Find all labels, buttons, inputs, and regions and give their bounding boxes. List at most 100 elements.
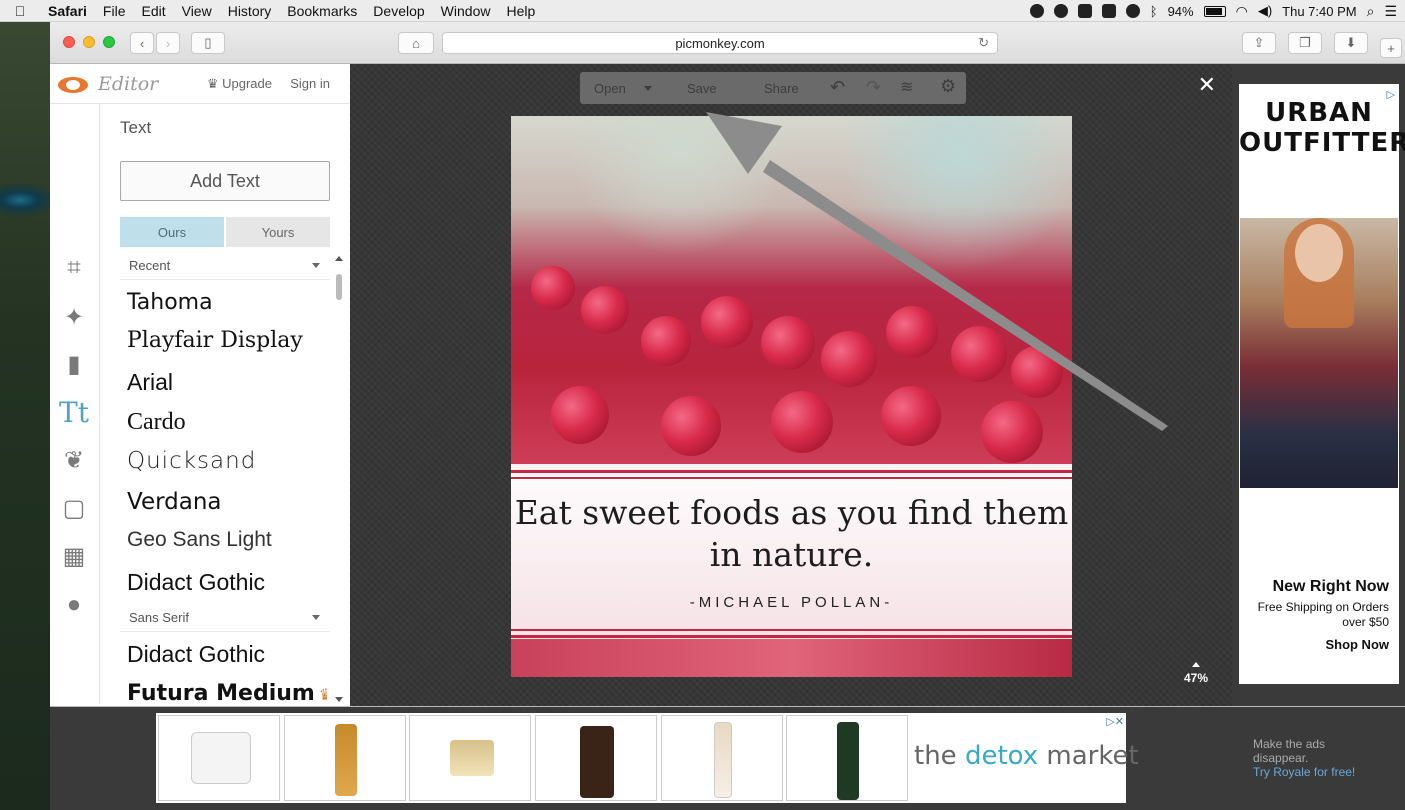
minimize-window-button[interactable] — [83, 36, 95, 48]
gear-icon[interactable]: ⚙ — [940, 76, 956, 97]
font-item[interactable]: Quicksand — [127, 448, 327, 474]
back-button[interactable]: ‹ — [130, 32, 154, 54]
notification-center-icon[interactable]: ☰ — [1384, 3, 1397, 20]
effects-tool[interactable]: ✦ — [58, 301, 90, 333]
touch-up-tool[interactable]: ▮ — [58, 348, 90, 380]
close-icon[interactable]: ✕ — [1198, 72, 1216, 98]
tab-ours[interactable]: Ours — [120, 217, 224, 247]
brand-post: market — [1038, 741, 1139, 771]
font-source-tabs: Ours Yours — [120, 217, 330, 247]
font-category-dropdown-sans[interactable]: Sans Serif — [120, 604, 330, 632]
scroll-up-icon[interactable] — [335, 256, 343, 261]
new-tab-button[interactable]: + — [1380, 38, 1402, 58]
product-jar — [191, 732, 251, 784]
upgrade-link[interactable]: ♛ Upgrade — [207, 76, 272, 92]
menu-view[interactable]: View — [174, 3, 220, 19]
font-list-scrollbar[interactable] — [334, 254, 344, 704]
font-item[interactable]: Arial — [127, 369, 327, 396]
photo-canvas[interactable]: Eat sweet foods as you find them in natu… — [511, 116, 1072, 677]
home-button[interactable]: ⌂ — [398, 32, 434, 54]
themes-tool[interactable]: ● — [58, 589, 90, 621]
tab-yours[interactable]: Yours — [226, 217, 330, 247]
scrollbar-thumb[interactable] — [336, 274, 342, 300]
downloads-button[interactable]: ⬇ — [1334, 32, 1368, 54]
menu-safari[interactable]: Safari — [40, 3, 95, 19]
urban-outfitters-ad[interactable]: ▷ URBAN OUTFITTERS New Right Now Free Sh… — [1239, 84, 1405, 684]
font-item[interactable]: Verdana — [127, 489, 327, 515]
menu-edit[interactable]: Edit — [133, 3, 173, 19]
open-button[interactable]: Open — [594, 81, 626, 96]
textures-tool[interactable]: ▦ — [58, 540, 90, 572]
evernote-icon[interactable] — [1053, 4, 1068, 18]
font-item[interactable]: Didact Gothic — [127, 641, 327, 668]
crop-tool[interactable]: ⌗ — [58, 252, 90, 284]
menu-history[interactable]: History — [220, 3, 280, 19]
dropdown-value: Recent — [129, 258, 171, 273]
spotlight-icon[interactable]: ⌕ — [1367, 3, 1375, 20]
volume-icon[interactable]: ◀) — [1258, 3, 1272, 19]
bird-icon[interactable] — [1101, 4, 1116, 18]
add-text-button[interactable]: Add Text — [120, 161, 330, 201]
share-button[interactable]: ⇪ — [1242, 32, 1276, 54]
zoom-window-button[interactable] — [103, 36, 115, 48]
font-item[interactable]: Cardo — [127, 409, 327, 436]
apple-menu-icon[interactable]:  — [0, 3, 40, 19]
font-item[interactable]: Geo Sans Light — [127, 528, 327, 552]
font-category-dropdown[interactable]: Recent — [120, 252, 330, 280]
zoom-indicator[interactable]: 47% — [1184, 662, 1208, 685]
reload-icon[interactable]: ↻ — [978, 35, 989, 51]
product-bottle — [714, 722, 732, 798]
save-button[interactable]: Save — [687, 81, 717, 96]
quote-author[interactable]: -MICHAEL POLLAN- — [511, 594, 1072, 611]
overlays-tool[interactable]: ❦ — [58, 444, 90, 476]
time-machine-icon[interactable] — [1125, 4, 1140, 18]
sidebar-button[interactable]: ▯ — [191, 32, 225, 54]
text-tool[interactable]: Tt — [58, 396, 90, 429]
ad-brand: URBAN OUTFITTERS — [1239, 98, 1405, 158]
picmonkey-logo-icon[interactable] — [58, 73, 88, 95]
detox-market-ad[interactable]: the detox market ▷✕ — [156, 713, 1139, 803]
product-bottle — [837, 722, 859, 800]
menu-develop[interactable]: Develop — [365, 3, 432, 19]
close-window-button[interactable] — [63, 36, 75, 48]
menu-file[interactable]: File — [95, 3, 134, 19]
battery-icon[interactable] — [1203, 5, 1226, 17]
sign-in-link[interactable]: Sign in — [290, 76, 330, 91]
share-button[interactable]: Share — [764, 81, 799, 96]
adchoices-close-icon[interactable]: ▷✕ — [1106, 715, 1124, 728]
sync-icon[interactable] — [1029, 4, 1044, 18]
menu-bookmarks[interactable]: Bookmarks — [279, 3, 365, 19]
ad-product[interactable] — [158, 715, 280, 801]
menu-help[interactable]: Help — [498, 3, 543, 19]
font-item[interactable]: Tahoma — [127, 290, 327, 315]
forward-button[interactable]: › — [156, 32, 180, 54]
frames-tool[interactable]: ▢ — [58, 492, 90, 524]
font-item[interactable]: Didact Gothic — [127, 569, 327, 596]
font-item[interactable]: Playfair Display — [127, 328, 327, 353]
menubar-clock[interactable]: Thu 7:40 PM — [1282, 4, 1356, 19]
bluetooth-icon[interactable]: ᛒ — [1150, 4, 1158, 19]
dropbox-icon[interactable] — [1077, 4, 1092, 18]
menu-window[interactable]: Window — [433, 3, 499, 19]
ad-product[interactable] — [661, 715, 783, 801]
layers-icon[interactable]: ≋ — [900, 77, 913, 97]
wifi-icon[interactable]: ◠ — [1236, 3, 1248, 20]
dropdown-value: Sans Serif — [129, 610, 189, 625]
tabs-button[interactable]: ❐ — [1288, 32, 1322, 54]
try-royale-link[interactable]: Try Royale for free! — [1253, 765, 1355, 779]
ad-product[interactable] — [535, 715, 657, 801]
font-item[interactable]: Futura Medium ♛ — [127, 681, 327, 706]
ad-product[interactable] — [409, 715, 531, 801]
redo-icon[interactable]: ↷ — [866, 77, 881, 98]
undo-icon[interactable]: ↶ — [830, 77, 845, 98]
chevron-down-icon[interactable] — [644, 86, 652, 91]
quote-text[interactable]: Eat sweet foods as you find them in natu… — [511, 492, 1072, 576]
address-bar[interactable]: picmonkey.com ↻ — [442, 32, 998, 54]
top-stripe-thin — [511, 477, 1072, 479]
ad-product[interactable] — [284, 715, 406, 801]
ad-product[interactable] — [786, 715, 908, 801]
scroll-down-icon[interactable] — [335, 697, 343, 702]
ad-shop-now-link[interactable]: Shop Now — [1325, 637, 1389, 652]
chevron-up-icon[interactable] — [1191, 662, 1200, 667]
raspberry — [881, 386, 941, 446]
